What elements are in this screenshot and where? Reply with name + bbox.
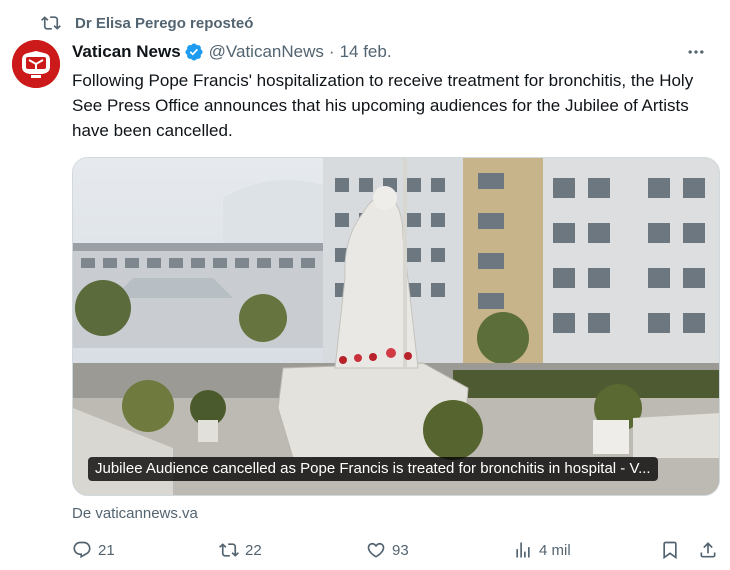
- verified-badge-icon: [184, 42, 204, 62]
- tweet-header: Vatican News @VaticanNews · 14 feb.: [72, 40, 720, 64]
- separator-dot: ·: [328, 42, 335, 61]
- reply-icon: [73, 541, 91, 559]
- repost-indicator[interactable]: Dr Elisa Perego reposteó: [40, 12, 253, 34]
- tweet-text: Following Pope Francis' hospitalization …: [72, 71, 694, 140]
- like-count: 93: [392, 541, 409, 559]
- link-card[interactable]: Jubilee Audience cancelled as Pope Franc…: [72, 157, 720, 496]
- share-icon: [700, 542, 716, 558]
- avatar[interactable]: [12, 40, 60, 88]
- bookmark-button[interactable]: [660, 538, 686, 562]
- vatican-news-logo: [12, 40, 60, 88]
- card-caption: Jubilee Audience cancelled as Pope Franc…: [88, 457, 658, 481]
- repost-button[interactable]: 22: [219, 538, 262, 562]
- card-image: [73, 158, 719, 495]
- tweet-date[interactable]: 14 feb.: [340, 42, 392, 62]
- card-source[interactable]: De vaticannews.va: [72, 505, 198, 522]
- repost-action-icon: [219, 543, 239, 557]
- author-handle[interactable]: @VaticanNews: [209, 42, 324, 62]
- more-options-icon[interactable]: [684, 40, 708, 64]
- action-bar: 21 22 93 4 mil: [72, 538, 722, 562]
- repost-icon: [40, 12, 62, 34]
- views-count: 4 mil: [539, 541, 571, 559]
- repost-text: Dr Elisa Perego reposteó: [75, 14, 254, 32]
- author-name[interactable]: Vatican News: [72, 42, 181, 62]
- share-button[interactable]: [698, 538, 724, 562]
- views-chart-icon: [516, 542, 530, 558]
- repost-count: 22: [245, 541, 262, 559]
- reply-button[interactable]: 21: [72, 538, 115, 562]
- like-button[interactable]: 93: [366, 538, 409, 562]
- bookmark-icon: [663, 541, 677, 560]
- reply-count: 21: [98, 541, 115, 559]
- heart-icon: [367, 542, 385, 558]
- views-button[interactable]: 4 mil: [513, 538, 571, 562]
